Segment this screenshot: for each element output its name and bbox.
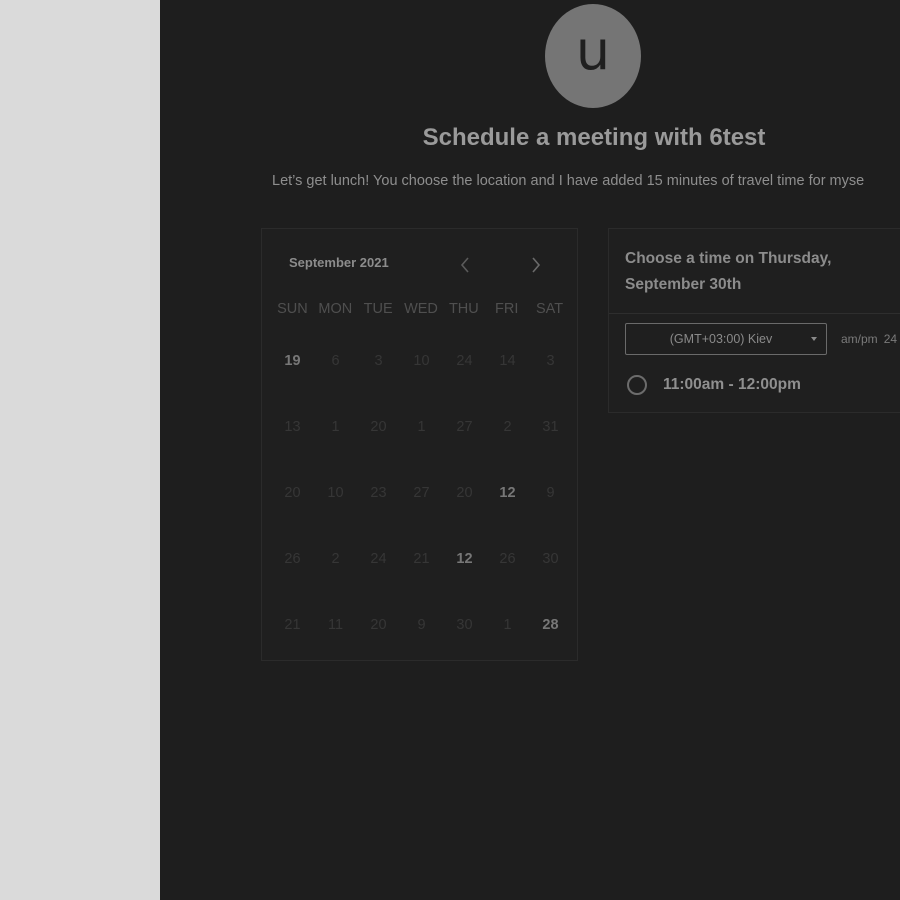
- calendar-card: September 2021 SUN MON TUE WED THU FRI S…: [261, 228, 578, 661]
- calendar-day[interactable]: 28: [529, 615, 572, 681]
- timezone-value: (GMT+03:00) Kiev: [669, 332, 773, 346]
- calendar-day: 3: [546, 353, 555, 369]
- calendar-day: 14: [499, 353, 516, 369]
- calendar-week: 26 2 24 21 12 26 30: [271, 549, 576, 615]
- calendar-day: 6: [331, 353, 340, 369]
- event-description: Let’s get lunch! You choose the location…: [272, 173, 865, 189]
- calendar-day: 24: [370, 551, 387, 567]
- page-title: Schedule a meeting with 6test: [422, 124, 766, 151]
- time-heading: Choose a time on Thursday, September 30t…: [625, 250, 832, 293]
- weekday-label: FRI: [495, 301, 519, 317]
- calendar-day: 3: [374, 353, 383, 369]
- chevron-right-icon: [532, 257, 541, 273]
- previous-month-button[interactable]: [455, 255, 475, 275]
- calendar-day: 10: [413, 353, 430, 369]
- calendar-day: 27: [456, 419, 473, 435]
- calendar-day[interactable]: 19: [271, 351, 314, 417]
- calendar-day: 1: [331, 419, 340, 435]
- calendar-day: 2: [503, 419, 512, 435]
- calendar-day: 20: [456, 485, 473, 501]
- caret-down-icon: [811, 337, 817, 341]
- weekday-label: TUE: [363, 301, 393, 317]
- chevron-left-icon: [460, 257, 469, 273]
- weekday-label: SAT: [536, 301, 564, 317]
- calendar-day: 9: [546, 485, 555, 501]
- month-label: September 2021: [289, 255, 389, 270]
- timezone-select[interactable]: (GMT+03:00) Kiev: [625, 323, 827, 355]
- weekday-header: SUN MON TUE WED THU FRI SAT: [271, 301, 571, 317]
- calendar-day: 21: [413, 551, 430, 567]
- calendar-day: 27: [413, 485, 430, 501]
- calendar-day: 10: [327, 485, 344, 501]
- time-slot-label: 11:00am - 12:00pm: [663, 376, 801, 393]
- weekday-label: SUN: [277, 301, 308, 317]
- calendar-day: 23: [370, 485, 387, 501]
- calendar-day: 1: [417, 419, 426, 435]
- ampm-format-option[interactable]: am/pm: [841, 332, 878, 346]
- avatar: u: [545, 4, 641, 108]
- weekday-label: MON: [318, 301, 353, 317]
- divider: [609, 313, 900, 314]
- weekday-label: THU: [448, 301, 479, 317]
- 24h-format-option[interactable]: 24: [884, 332, 897, 346]
- calendar-week: 20 10 23 27 20 12 9: [271, 483, 576, 549]
- calendar-day: 20: [284, 485, 301, 501]
- time-selection-card: Choose a time on Thursday, September 30t…: [608, 228, 900, 413]
- calendar-day: 31: [542, 419, 559, 435]
- calendar-day: 20: [370, 617, 387, 633]
- calendar-day: 1: [503, 617, 512, 633]
- calendar-day: 24: [456, 353, 473, 369]
- calendar-week: 19 6 3 10 24 14 3: [271, 351, 576, 417]
- day-grid: 19 6 3 10 24 14 3 13 1 20 1 27 2 31 20 1…: [271, 351, 576, 681]
- calendar-day: 11: [327, 617, 344, 633]
- calendar-day: 9: [417, 617, 426, 633]
- calendar-day: 20: [370, 419, 387, 435]
- avatar-initial: u: [575, 19, 611, 82]
- left-gutter: [0, 0, 160, 900]
- time-slot[interactable]: 11:00am - 12:00pm: [627, 375, 801, 395]
- calendar-day: 30: [542, 551, 559, 567]
- calendar-day: 13: [284, 419, 301, 435]
- calendar-day[interactable]: 12: [486, 483, 529, 549]
- radio-icon[interactable]: [627, 375, 647, 395]
- calendar-day[interactable]: 12: [443, 549, 486, 615]
- scheduling-page: u Schedule a meeting with 6test Let’s ge…: [160, 0, 900, 900]
- weekday-label: WED: [404, 301, 438, 317]
- time-format-toggle: am/pm 24: [841, 332, 897, 346]
- calendar-day: 2: [331, 551, 340, 567]
- calendar-day: 30: [456, 617, 473, 633]
- calendar-week: 13 1 20 1 27 2 31: [271, 417, 576, 483]
- next-month-button[interactable]: [526, 255, 546, 275]
- calendar-week: 21 11 20 9 30 1 28: [271, 615, 576, 681]
- calendar-day: 26: [499, 551, 516, 567]
- calendar-day: 21: [284, 617, 301, 633]
- calendar-day: 26: [284, 551, 301, 567]
